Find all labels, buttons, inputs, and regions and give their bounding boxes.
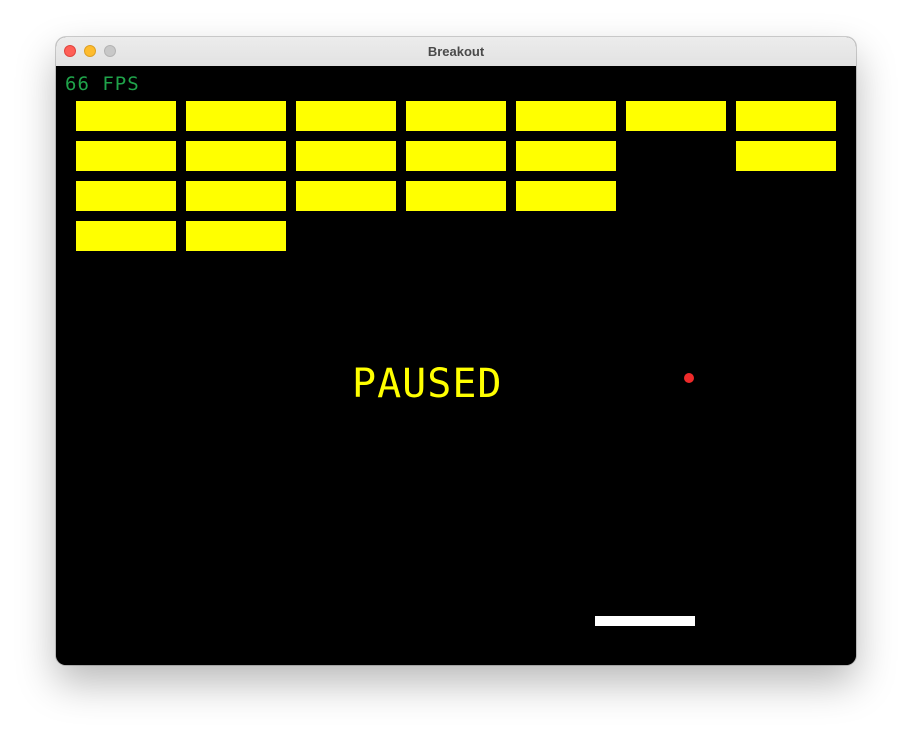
game-canvas[interactable]: 66 FPS PAUSED — [56, 66, 856, 665]
fps-counter: 66 FPS — [65, 73, 140, 95]
brick — [186, 101, 286, 131]
brick — [516, 181, 616, 211]
brick — [296, 101, 396, 131]
brick — [76, 181, 176, 211]
brick — [296, 141, 396, 171]
brick — [516, 141, 616, 171]
brick — [736, 141, 836, 171]
brick — [406, 101, 506, 131]
ball — [684, 373, 694, 383]
brick — [186, 221, 286, 251]
brick — [406, 181, 506, 211]
brick — [406, 141, 506, 171]
brick — [186, 141, 286, 171]
brick — [76, 221, 176, 251]
brick — [76, 101, 176, 131]
brick — [296, 181, 396, 211]
brick — [736, 101, 836, 131]
brick — [516, 101, 616, 131]
window-title: Breakout — [427, 44, 485, 59]
brick — [626, 101, 726, 131]
paused-label: PAUSED — [352, 361, 503, 407]
game-window: Breakout 66 FPS PAUSED — [56, 37, 856, 665]
brick — [76, 141, 176, 171]
paddle[interactable] — [595, 616, 695, 626]
brick — [186, 181, 286, 211]
title-bar[interactable]: Breakout — [56, 37, 856, 67]
